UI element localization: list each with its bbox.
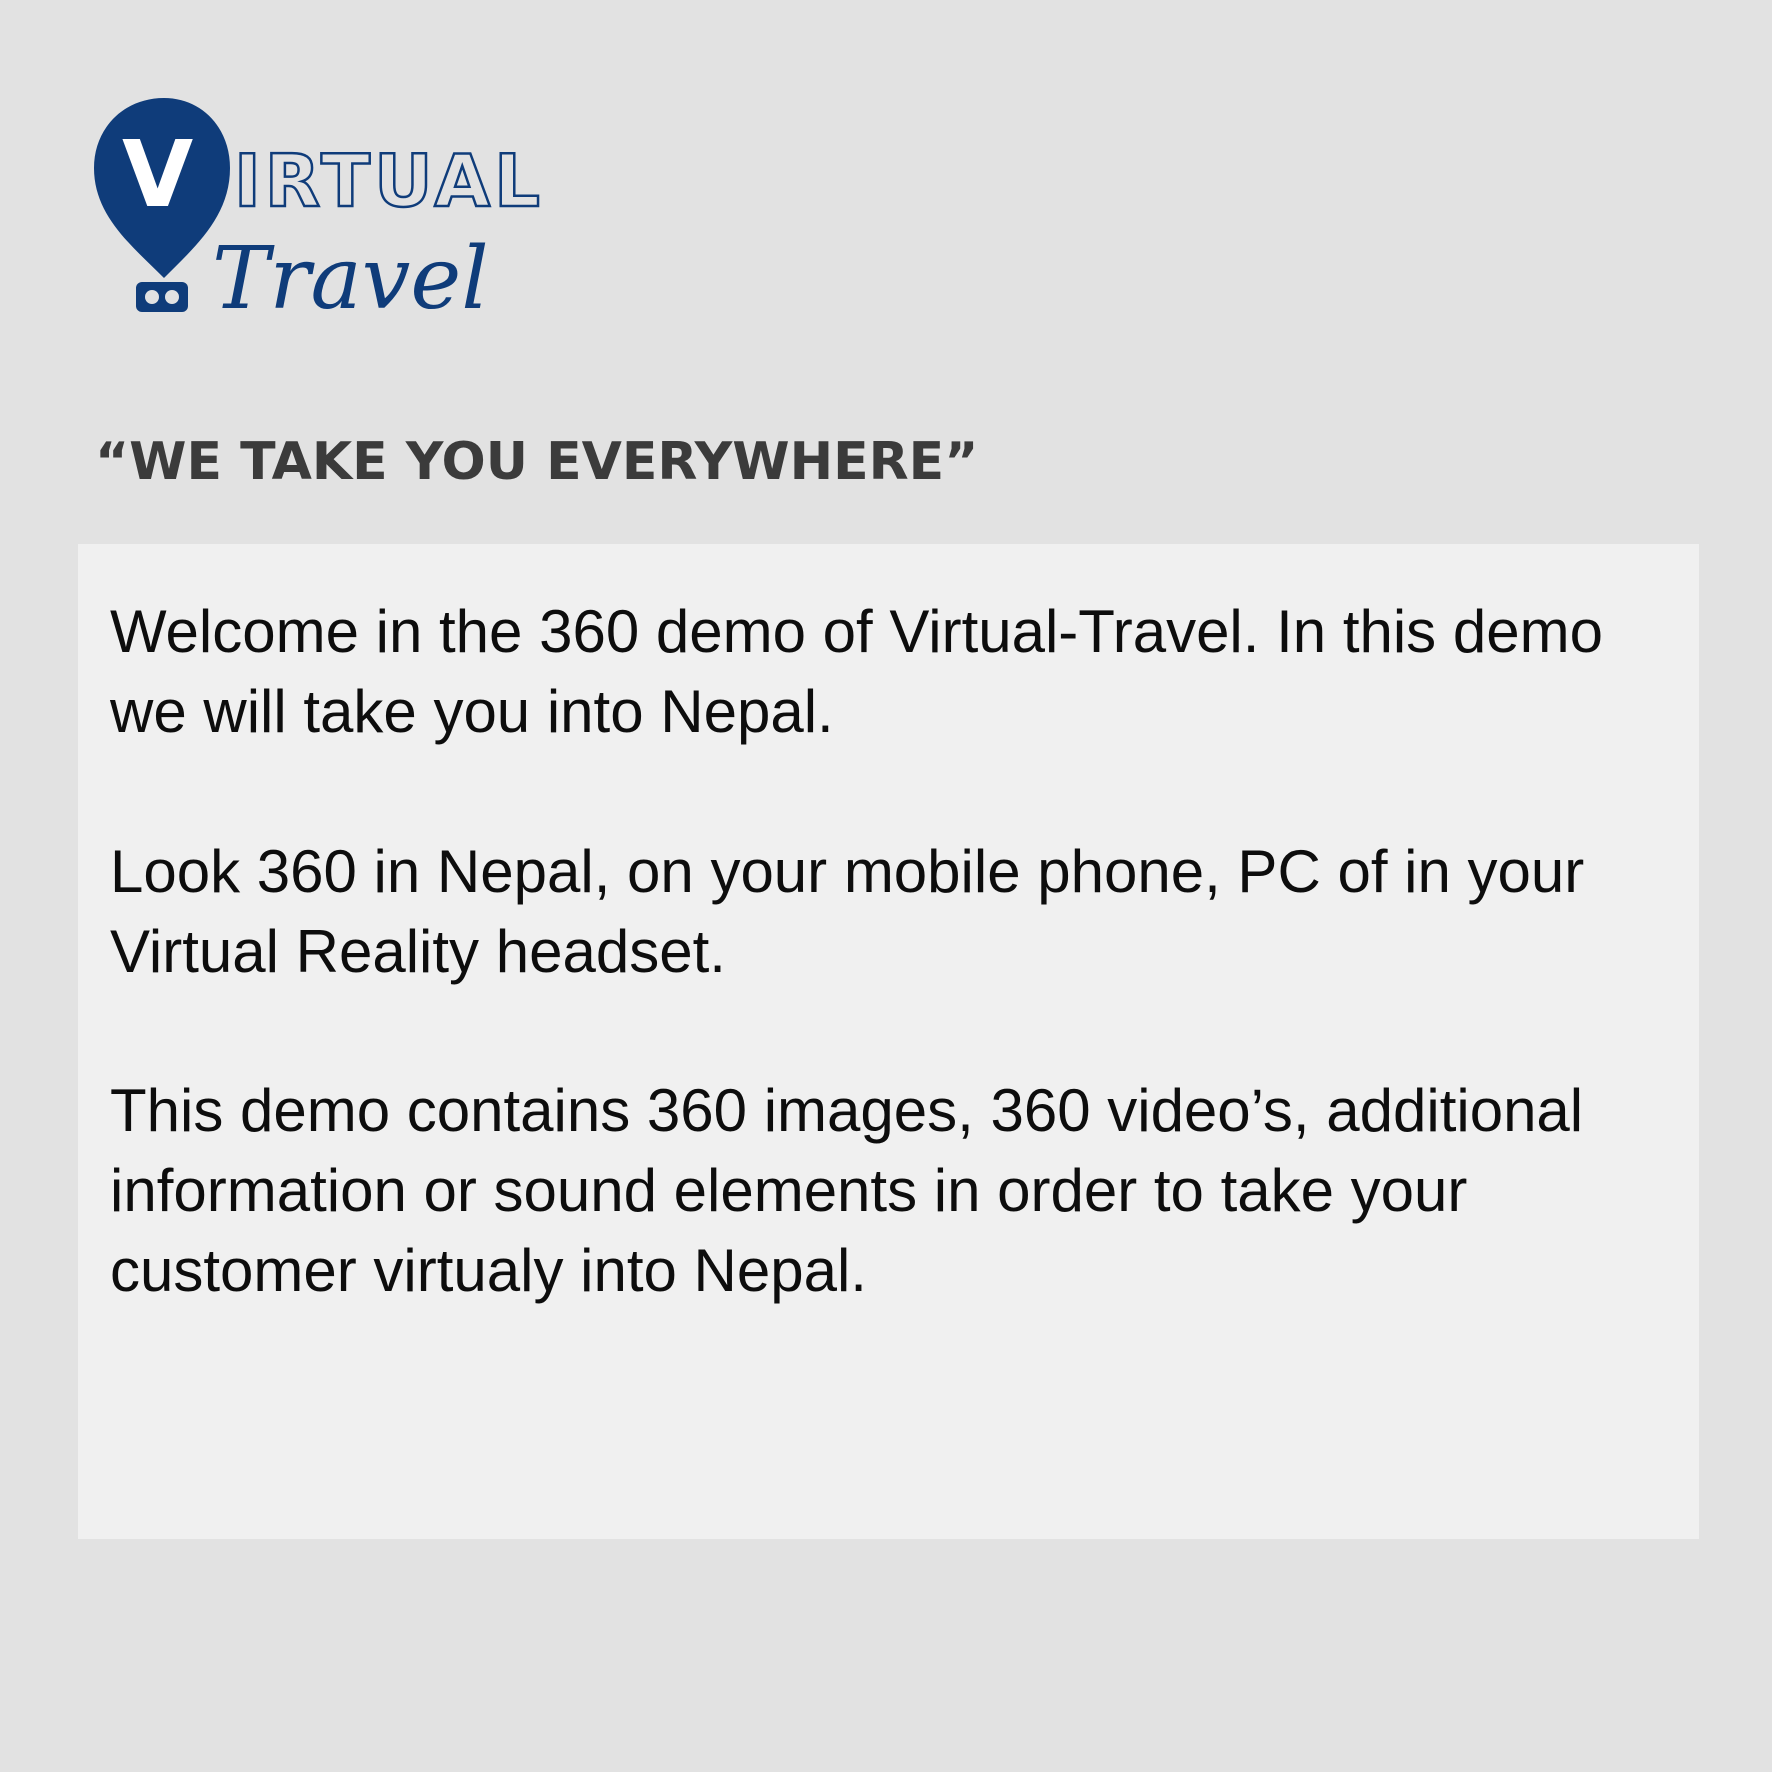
- tagline: “WE TAKE YOU EVERYWHERE”: [95, 432, 979, 492]
- intro-paragraph: Welcome in the 360 demo of Virtual-Trave…: [110, 598, 1603, 745]
- logo-wordmark-top: IRTUAL: [234, 139, 544, 223]
- features-paragraph: This demo contains 360 images, 360 video…: [110, 1077, 1584, 1304]
- virtual-travel-logo: V IRTUAL Travel: [92, 96, 652, 321]
- logo-graphic: V IRTUAL Travel: [94, 98, 544, 321]
- devices-paragraph: Look 360 in Nepal, on your mobile phone,…: [110, 838, 1585, 985]
- logo-wordmark-bottom: Travel: [212, 229, 489, 321]
- description-panel: Welcome in the 360 demo of Virtual-Trave…: [78, 544, 1699, 1539]
- vr-headset-icon: [136, 282, 188, 312]
- logo-initial: V: [122, 121, 193, 228]
